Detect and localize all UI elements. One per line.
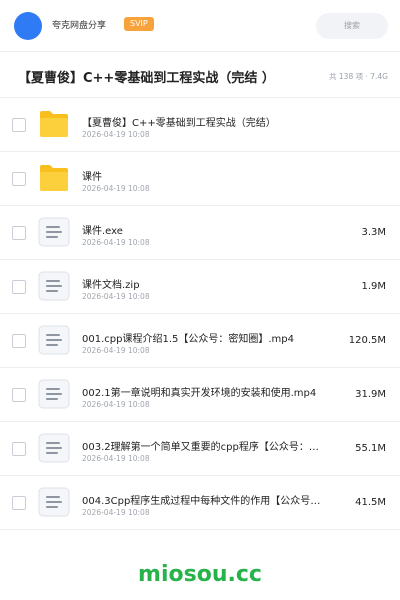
row-checkbox[interactable] — [12, 442, 26, 456]
svip-badge: SVIP — [124, 17, 154, 31]
folder-header: 【夏曹俊】C++零基础到工程实战（完结 ） 共 138 项 · 7.4G — [0, 52, 400, 98]
file-name[interactable]: 001.cpp课程介绍1.5【公众号：密知圈】.mp4 — [82, 330, 322, 345]
top-bar: 夸克网盘分享 SVIP 搜索 — [0, 0, 400, 52]
file-name[interactable]: 课件.exe — [82, 222, 322, 237]
file-size: 55.1M — [355, 443, 386, 454]
file-row[interactable]: 课件文档.zip 2026-04-19 10:08 1.9M — [0, 260, 400, 314]
document-icon — [38, 217, 70, 247]
file-row[interactable]: 004.3Cpp程序生成过程中每种文件的作用【公众号：密知圈】.mp42026-… — [0, 476, 400, 530]
file-name[interactable]: 【夏曹俊】C++零基础到工程实战（完结） — [82, 114, 322, 129]
file-size: 3.3M — [361, 227, 386, 238]
document-icon — [38, 271, 70, 301]
row-checkbox[interactable] — [12, 334, 26, 348]
file-date: 2026-04-19 10:08 — [82, 400, 150, 409]
file-row[interactable]: 001.cpp课程介绍1.5【公众号：密知圈】.mp4 2026-04-19 10… — [0, 314, 400, 368]
row-checkbox[interactable] — [12, 118, 26, 132]
file-size: 1.9M — [361, 281, 386, 292]
row-checkbox[interactable] — [12, 496, 26, 510]
file-date: 2026-04-19 10:08 — [82, 508, 150, 517]
file-name[interactable]: 003.2理解第一个简单又重要的cpp程序【公众号：密知圈】.mp4 — [82, 438, 322, 453]
file-row[interactable]: 003.2理解第一个简单又重要的cpp程序【公众号：密知圈】.mp42026-0… — [0, 422, 400, 476]
file-date: 2026-04-19 10:08 — [82, 346, 150, 355]
document-icon — [38, 487, 70, 517]
username: 夸克网盘分享 — [52, 21, 107, 31]
avatar[interactable] — [14, 12, 42, 40]
file-size: 120.5M — [348, 335, 386, 346]
file-row[interactable]: 课件.exe 2026-04-19 10:08 3.3M — [0, 206, 400, 260]
search-button[interactable]: 搜索 — [316, 13, 388, 39]
row-checkbox[interactable] — [12, 280, 26, 294]
file-name[interactable]: 课件文档.zip — [82, 276, 322, 291]
file-date: 2026-04-19 10:08 — [82, 238, 150, 247]
folder-icon — [38, 109, 70, 139]
file-row[interactable]: 002.1第一章说明和真实开发环境的安装和使用.mp4 2026-04-19 10… — [0, 368, 400, 422]
file-date: 2026-04-19 10:08 — [82, 292, 150, 301]
file-name[interactable]: 002.1第一章说明和真实开发环境的安装和使用.mp4 — [82, 384, 322, 399]
file-list: 【夏曹俊】C++零基础到工程实战（完结） 2026-04-19 10:08 课件 20… — [0, 98, 400, 530]
folder-row[interactable]: 【夏曹俊】C++零基础到工程实战（完结） 2026-04-19 10:08 — [0, 98, 400, 152]
document-icon — [38, 379, 70, 409]
document-icon — [38, 325, 70, 355]
row-checkbox[interactable] — [12, 226, 26, 240]
file-date: 2026-04-19 10:08 — [82, 184, 150, 193]
watermark: miosou.cc — [138, 562, 262, 587]
file-size: 31.9M — [355, 389, 386, 400]
file-name[interactable]: 课件 — [82, 168, 322, 183]
file-date: 2026-04-19 10:08 — [82, 454, 150, 463]
file-size: 41.5M — [355, 497, 386, 508]
folder-icon — [38, 163, 70, 193]
page-title: 【夏曹俊】C++零基础到工程实战（完结 ） — [18, 71, 275, 86]
file-name[interactable]: 004.3Cpp程序生成过程中每种文件的作用【公众号：密知圈】.mp4 — [82, 492, 322, 507]
document-icon — [38, 433, 70, 463]
row-checkbox[interactable] — [12, 172, 26, 186]
file-date: 2026-04-19 10:08 — [82, 130, 150, 139]
folder-row[interactable]: 课件 2026-04-19 10:08 — [0, 152, 400, 206]
folder-meta: 共 138 项 · 7.4G — [329, 72, 388, 81]
row-checkbox[interactable] — [12, 388, 26, 402]
